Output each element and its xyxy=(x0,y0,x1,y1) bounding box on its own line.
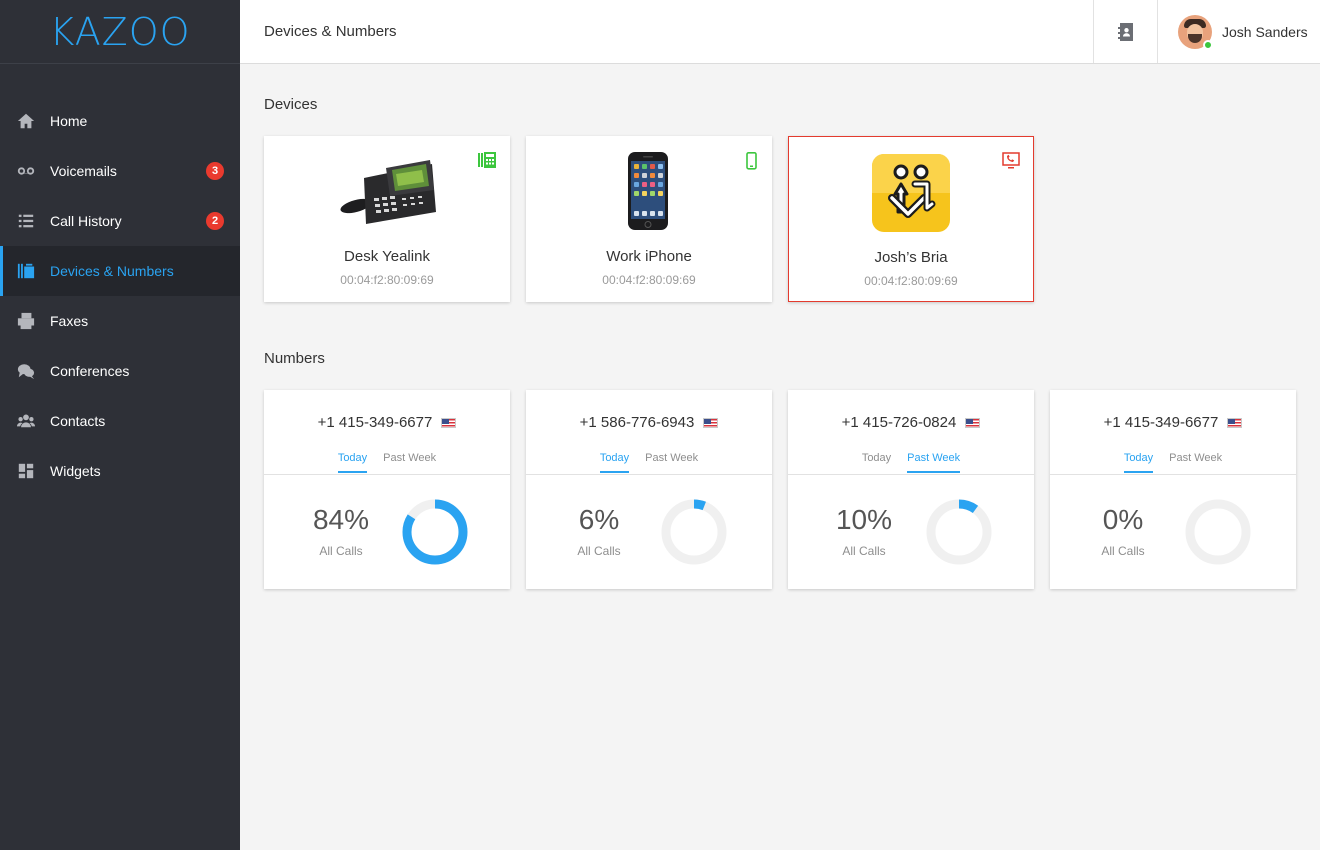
number-card: +1 415-349-6677 Today Past Week 0% All C… xyxy=(1050,390,1296,589)
sidebar-item-label: Call History xyxy=(50,213,122,229)
number-card: +1 415-726-0824 Today Past Week 10% All … xyxy=(788,390,1034,589)
user-name: Josh Sanders xyxy=(1222,24,1308,40)
device-mac-address: 00:04:f2:80:09:69 xyxy=(864,274,958,288)
list-icon xyxy=(16,211,36,231)
sidebar-item-devices-numbers[interactable]: Devices & Numbers xyxy=(0,246,240,296)
device-name: Work iPhone xyxy=(606,248,692,265)
divider xyxy=(1050,474,1296,475)
call-percentage-donut xyxy=(926,499,992,565)
call-percentage: 0% xyxy=(1102,504,1144,535)
online-status-indicator xyxy=(1203,40,1213,50)
call-stat-label: All Calls xyxy=(319,544,363,558)
divider xyxy=(264,474,510,475)
sidebar-nav: Home Voicemails 3 Call History 2 Devices… xyxy=(0,96,240,496)
fax-icon xyxy=(16,311,36,331)
kazoo-logo[interactable]: KAZOO xyxy=(49,10,190,54)
sidebar-item-contacts[interactable]: Contacts xyxy=(0,396,240,446)
number-card: +1 415-349-6677 Today Past Week 84% All … xyxy=(264,390,510,589)
divider xyxy=(788,474,1034,475)
address-book-button[interactable] xyxy=(1093,0,1158,63)
contacts-icon xyxy=(16,411,36,431)
tab-today[interactable]: Today xyxy=(862,452,891,473)
range-tabs: Today Past Week xyxy=(788,452,1034,473)
device-name: Desk Yealink xyxy=(344,248,430,265)
mobile-phone-icon xyxy=(746,152,757,170)
sidebar-item-label: Contacts xyxy=(50,413,106,429)
tab-past-week[interactable]: Past Week xyxy=(907,452,961,473)
top-header: Devices & Numbers Josh Sanders xyxy=(240,0,1320,64)
number-card: +1 586-776-6943 Today Past Week 6% All C… xyxy=(526,390,772,589)
call-percentage: 84% xyxy=(312,504,370,535)
donut-track xyxy=(661,499,727,565)
sidebar-item-widgets[interactable]: Widgets xyxy=(0,446,240,496)
phone-number: +1 586-776-6943 xyxy=(579,414,695,431)
us-flag-icon xyxy=(965,417,981,428)
iphone-image xyxy=(628,152,668,230)
tab-today[interactable]: Today xyxy=(337,452,368,473)
donut-track xyxy=(926,499,992,565)
devices-icon xyxy=(16,261,36,281)
range-tabs: Today Past Week xyxy=(264,452,510,473)
voicemail-icon xyxy=(16,161,36,181)
call-stat-label: All Calls xyxy=(1101,544,1145,558)
sidebar-item-home[interactable]: Home xyxy=(0,96,240,146)
tab-today[interactable]: Today xyxy=(599,452,630,473)
bria-app-logo xyxy=(872,154,950,232)
desk-phone-icon xyxy=(478,152,496,168)
user-menu[interactable]: Josh Sanders xyxy=(1178,14,1308,50)
call-percentage-donut xyxy=(661,499,727,565)
call-percentage-donut xyxy=(1185,499,1251,565)
device-name: Josh’s Bria xyxy=(874,249,948,266)
page-title: Devices & Numbers xyxy=(264,23,397,40)
divider xyxy=(526,474,772,475)
sidebar-item-label: Widgets xyxy=(50,463,101,479)
us-flag-icon xyxy=(441,417,457,428)
tab-past-week[interactable]: Past Week xyxy=(645,452,698,473)
sidebar-item-label: Faxes xyxy=(50,313,89,329)
sidebar-item-conferences[interactable]: Conferences xyxy=(0,346,240,396)
home-icon xyxy=(16,111,36,131)
phone-number: +1 415-349-6677 xyxy=(317,414,433,431)
address-book-icon xyxy=(1117,22,1133,41)
logo-area: KAZOO xyxy=(0,0,240,64)
call-percentage: 10% xyxy=(835,504,893,535)
tab-past-week[interactable]: Past Week xyxy=(383,452,436,473)
range-tabs: Today Past Week xyxy=(526,452,772,473)
device-card-work-iphone[interactable]: Work iPhone 00:04:f2:80:09:69 xyxy=(526,136,772,302)
device-mac-address: 00:04:f2:80:09:69 xyxy=(340,273,434,287)
device-card-desk-yealink[interactable]: Desk Yealink 00:04:f2:80:09:69 xyxy=(264,136,510,302)
donut-track xyxy=(1185,499,1251,565)
desk-phone-image xyxy=(340,160,436,224)
avatar[interactable] xyxy=(1178,15,1213,50)
tab-past-week[interactable]: Past Week xyxy=(1169,452,1222,473)
sidebar-item-call-history[interactable]: Call History 2 xyxy=(0,196,240,246)
call-percentage-donut xyxy=(402,499,468,565)
device-card-joshs-bria[interactable]: Josh’s Bria 00:04:f2:80:09:69 xyxy=(788,136,1034,302)
sidebar-item-label: Devices & Numbers xyxy=(50,263,174,279)
phone-number: +1 415-726-0824 xyxy=(841,414,957,431)
tab-today[interactable]: Today xyxy=(1123,452,1154,473)
widgets-icon xyxy=(16,461,36,481)
voicemail-count-badge: 3 xyxy=(206,162,224,180)
numbers-section-title: Numbers xyxy=(264,350,325,367)
call-stat-label: All Calls xyxy=(842,544,886,558)
sidebar-item-faxes[interactable]: Faxes xyxy=(0,296,240,346)
devices-section-title: Devices xyxy=(264,96,318,113)
range-tabs: Today Past Week xyxy=(1050,452,1296,473)
call-history-count-badge: 2 xyxy=(206,212,224,230)
us-flag-icon xyxy=(1227,417,1243,428)
call-percentage: 6% xyxy=(578,504,620,535)
us-flag-icon xyxy=(703,417,719,428)
phone-number: +1 415-349-6677 xyxy=(1103,414,1219,431)
conference-icon xyxy=(16,361,36,381)
sidebar: KAZOO Home Voicemails 3 Call History 2 D… xyxy=(0,0,240,850)
call-stat-label: All Calls xyxy=(577,544,621,558)
sidebar-item-label: Conferences xyxy=(50,363,130,379)
sidebar-item-label: Home xyxy=(50,113,88,129)
softphone-icon xyxy=(1002,152,1020,169)
sidebar-item-voicemails[interactable]: Voicemails 3 xyxy=(0,146,240,196)
device-mac-address: 00:04:f2:80:09:69 xyxy=(602,273,696,287)
sidebar-item-label: Voicemails xyxy=(50,163,117,179)
